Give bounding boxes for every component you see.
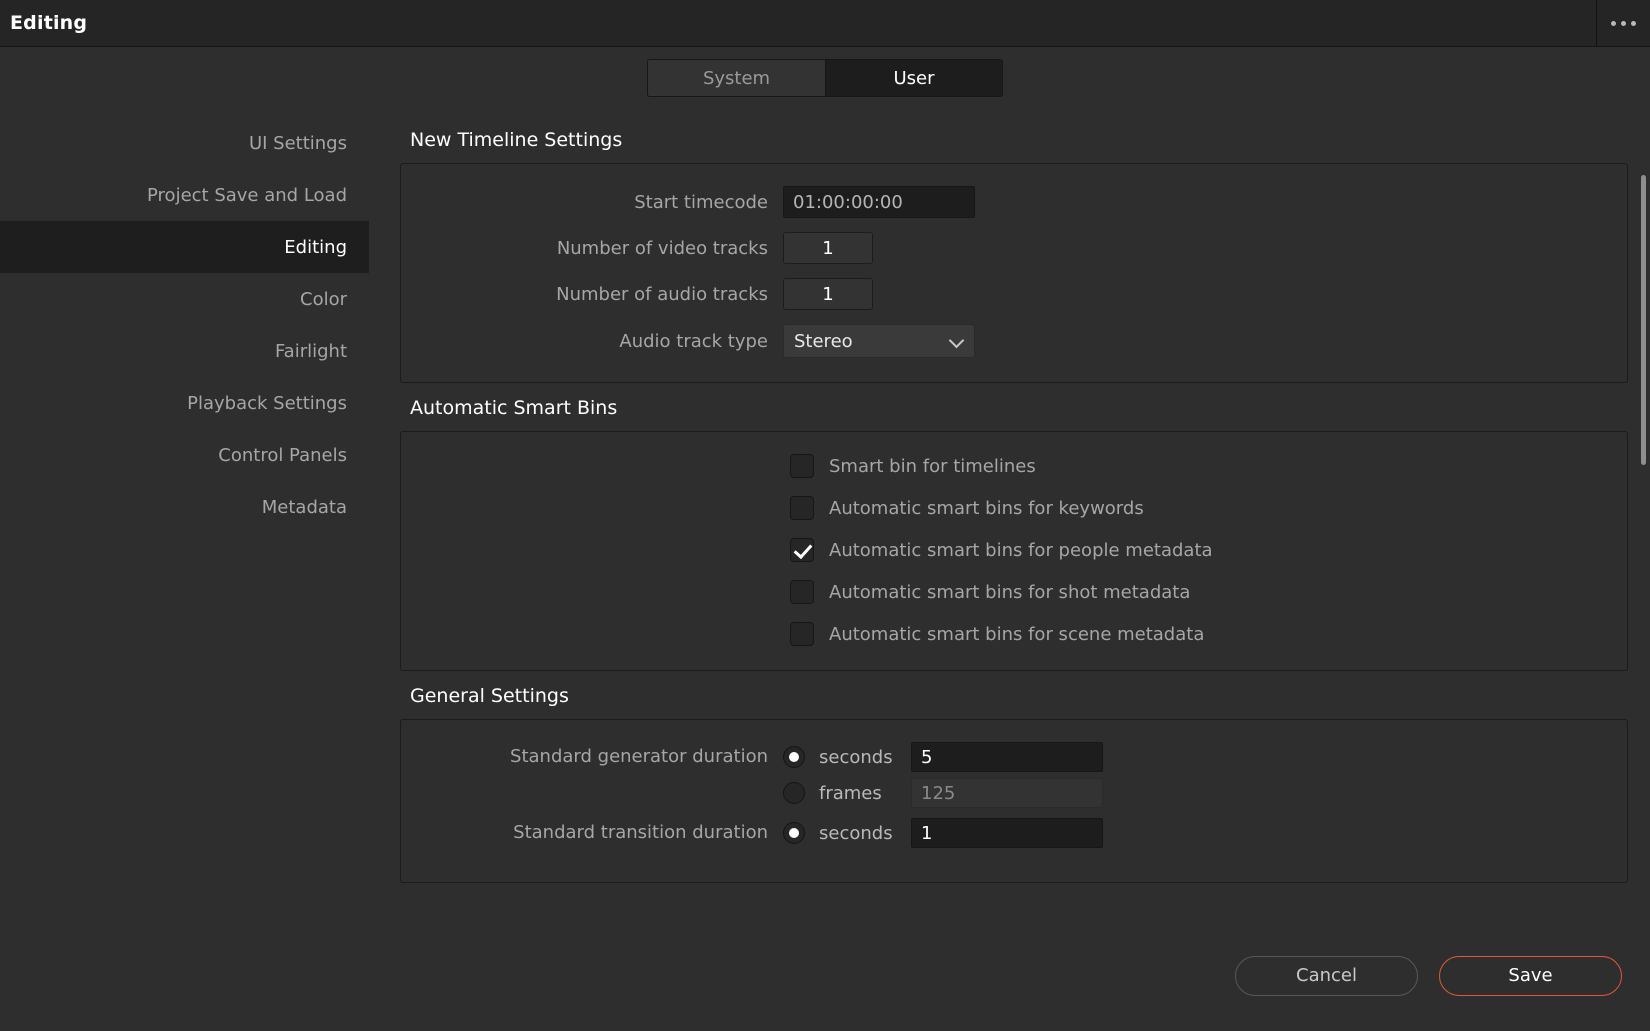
- page-title: Editing: [10, 12, 88, 34]
- generator-frames-input[interactable]: 125: [911, 778, 1103, 808]
- video-tracks-input[interactable]: 1: [783, 232, 873, 264]
- section-title-general: General Settings: [410, 685, 569, 707]
- checkbox-row-shot-metadata[interactable]: Automatic smart bins for shot metadata: [401, 580, 1627, 604]
- chevron-down-icon: [950, 334, 964, 348]
- sidebar-item-playback-settings[interactable]: Playback Settings: [0, 377, 369, 429]
- label-transition-duration: Standard transition duration: [513, 822, 768, 843]
- label-shot-metadata: Automatic smart bins for shot metadata: [829, 581, 1191, 603]
- preferences-window: Editing System User UI Settings Project …: [0, 0, 1650, 1031]
- label-generator-seconds: seconds: [819, 746, 893, 768]
- sidebar-item-color[interactable]: Color: [0, 273, 369, 325]
- radio-transition-seconds[interactable]: [783, 822, 805, 844]
- preferences-body: UI Settings Project Save and Load Editin…: [0, 109, 1650, 920]
- panel-smart-bins: Smart bin for timelines Automatic smart …: [400, 431, 1628, 671]
- sidebar-item-metadata[interactable]: Metadata: [0, 481, 369, 533]
- label-smart-bin-timelines: Smart bin for timelines: [829, 455, 1036, 477]
- transition-duration-seconds-line: seconds 1: [783, 818, 1103, 848]
- generator-duration-seconds-line: seconds 5: [783, 742, 1103, 772]
- label-generator-frames: frames: [819, 782, 882, 804]
- row-audio-tracks: Number of audio tracks 1: [401, 278, 1627, 310]
- cancel-button[interactable]: Cancel: [1235, 955, 1418, 996]
- audio-track-type-select[interactable]: Stereo: [783, 324, 975, 358]
- scrollbar-thumb[interactable]: [1641, 175, 1646, 465]
- sidebar-item-editing[interactable]: Editing: [0, 221, 369, 273]
- radio-generator-seconds[interactable]: [783, 746, 805, 768]
- checkbox-people-metadata[interactable]: [790, 538, 814, 562]
- generator-duration-frames-line: frames 125: [783, 778, 1103, 808]
- more-horizontal-icon: [1611, 21, 1636, 26]
- row-transition-duration: Standard transition duration seconds 1: [401, 818, 1627, 848]
- sidebar-item-ui-settings[interactable]: UI Settings: [0, 117, 369, 169]
- transition-seconds-input[interactable]: 1: [911, 818, 1103, 848]
- checkbox-keywords[interactable]: [790, 496, 814, 520]
- save-button[interactable]: Save: [1439, 955, 1622, 996]
- sidebar: UI Settings Project Save and Load Editin…: [0, 109, 369, 920]
- checkbox-scene-metadata[interactable]: [790, 622, 814, 646]
- generator-seconds-input[interactable]: 5: [911, 742, 1103, 772]
- scope-tabs: System User: [0, 47, 1650, 109]
- label-start-timecode: Start timecode: [634, 191, 768, 213]
- tab-user[interactable]: User: [825, 60, 1002, 96]
- section-title-new-timeline: New Timeline Settings: [410, 129, 623, 151]
- dialog-footer: Cancel Save: [0, 920, 1650, 1031]
- label-generator-duration: Standard generator duration: [510, 746, 768, 767]
- label-video-tracks: Number of video tracks: [556, 237, 768, 259]
- row-audio-track-type: Audio track type Stereo: [401, 324, 1627, 358]
- tab-system[interactable]: System: [648, 60, 825, 96]
- sidebar-item-fairlight[interactable]: Fairlight: [0, 325, 369, 377]
- settings-scroll-area[interactable]: New Timeline Settings Start timecode 01:…: [369, 109, 1650, 920]
- scroll-fade: [369, 894, 1650, 920]
- label-people-metadata: Automatic smart bins for people metadata: [829, 539, 1213, 561]
- panel-general: Standard generator duration seconds 5 fr…: [400, 719, 1628, 883]
- checkbox-smart-bin-timelines[interactable]: [790, 454, 814, 478]
- panel-new-timeline: Start timecode 01:00:00:00 Number of vid…: [400, 163, 1628, 383]
- audio-tracks-input[interactable]: 1: [783, 278, 873, 310]
- section-title-smart-bins: Automatic Smart Bins: [410, 397, 618, 419]
- checkbox-row-smart-bin-timelines[interactable]: Smart bin for timelines: [401, 454, 1627, 478]
- vertical-scrollbar[interactable]: [1639, 109, 1648, 920]
- row-video-tracks: Number of video tracks 1: [401, 232, 1627, 264]
- label-scene-metadata: Automatic smart bins for scene metadata: [829, 623, 1205, 645]
- label-transition-seconds: seconds: [819, 822, 893, 844]
- sidebar-item-control-panels[interactable]: Control Panels: [0, 429, 369, 481]
- checkbox-row-people-metadata[interactable]: Automatic smart bins for people metadata: [401, 538, 1627, 562]
- checkbox-row-scene-metadata[interactable]: Automatic smart bins for scene metadata: [401, 622, 1627, 646]
- start-timecode-input[interactable]: 01:00:00:00: [783, 186, 975, 218]
- label-keywords: Automatic smart bins for keywords: [829, 497, 1144, 519]
- row-generator-duration: Standard generator duration seconds 5 fr…: [401, 742, 1627, 808]
- label-audio-tracks: Number of audio tracks: [556, 283, 768, 305]
- radio-generator-frames[interactable]: [783, 782, 805, 804]
- checkbox-row-keywords[interactable]: Automatic smart bins for keywords: [401, 496, 1627, 520]
- sidebar-item-project-save-and-load[interactable]: Project Save and Load: [0, 169, 369, 221]
- window-menu-button[interactable]: [1596, 0, 1650, 47]
- audio-track-type-value: Stereo: [794, 330, 853, 352]
- row-start-timecode: Start timecode 01:00:00:00: [401, 186, 1627, 218]
- title-bar: Editing: [0, 0, 1650, 47]
- label-audio-track-type: Audio track type: [619, 330, 768, 352]
- checkbox-shot-metadata[interactable]: [790, 580, 814, 604]
